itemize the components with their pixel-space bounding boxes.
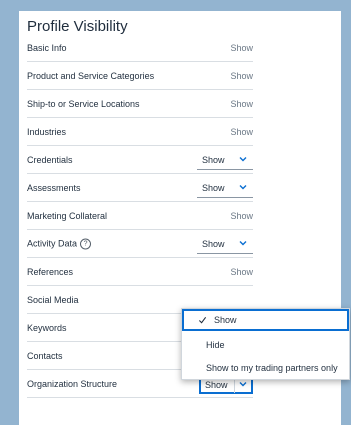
row-label: Social Media [27, 294, 79, 305]
select-value: Show [202, 182, 225, 193]
select-value: Show [205, 379, 228, 390]
dropdown-option-show[interactable]: Show [182, 309, 349, 331]
row-label: Ship-to or Service Locations [27, 98, 140, 109]
dropdown-option-label: Show to my trading partners only [206, 363, 338, 373]
dropdown-option-label: Hide [206, 340, 225, 350]
row-value: Show [230, 98, 253, 109]
row-label: Keywords [27, 322, 67, 333]
row-label: Industries [27, 126, 67, 137]
row-product-service-categories: Product and Service Categories Show [27, 62, 253, 90]
row-label: Contacts [27, 350, 63, 361]
row-label-wrap: Activity Data ? [27, 238, 92, 249]
row-label: Marketing Collateral [27, 210, 108, 221]
activity-data-visibility-select[interactable]: Show [197, 234, 253, 254]
chevron-down-icon [239, 184, 247, 189]
dropdown-option-hide[interactable]: Hide [182, 334, 349, 356]
row-label: Organization Structure [27, 378, 118, 389]
assessments-visibility-select[interactable]: Show [197, 178, 253, 198]
dropdown-option-label: Show [214, 315, 237, 325]
row-marketing-collateral: Marketing Collateral Show [27, 202, 253, 230]
row-value: Show [230, 42, 253, 53]
credentials-visibility-select[interactable]: Show [197, 150, 253, 170]
question-circle-icon[interactable]: ? [80, 238, 92, 249]
row-value: Show [230, 266, 253, 277]
select-value: Show [202, 154, 225, 165]
row-activity-data: Activity Data ? Show [27, 230, 253, 258]
row-label: Credentials [27, 154, 73, 165]
row-value: Show [230, 210, 253, 221]
row-assessments: Assessments Show [27, 174, 253, 202]
row-ship-to-locations: Ship-to or Service Locations Show [27, 90, 253, 118]
row-references: References Show [27, 258, 253, 286]
select-value: Show [202, 238, 225, 249]
chevron-down-icon [239, 240, 247, 245]
visibility-dropdown-menu: Show Hide Show to my trading partners on… [181, 308, 350, 380]
chevron-down-icon [239, 156, 247, 161]
dropdown-option-trading-partners[interactable]: Show to my trading partners only [182, 357, 349, 379]
row-label: Assessments [27, 182, 81, 193]
row-label: Product and Service Categories [27, 70, 155, 81]
row-value: Show [230, 126, 253, 137]
row-label: Activity Data [27, 238, 78, 249]
row-label: Basic Info [27, 42, 67, 53]
row-basic-info: Basic Info Show [27, 34, 253, 62]
row-credentials: Credentials Show [27, 146, 253, 174]
check-icon [198, 316, 207, 324]
row-industries: Industries Show [27, 118, 253, 146]
row-value: Show [230, 70, 253, 81]
row-label: References [27, 266, 74, 277]
